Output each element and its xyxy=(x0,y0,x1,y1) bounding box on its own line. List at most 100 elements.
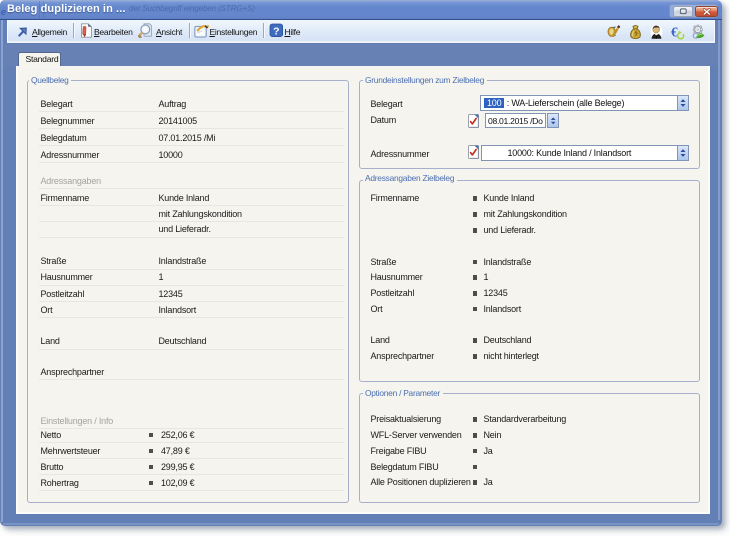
equals-bullet-icon xyxy=(473,275,477,280)
row-value: Standardverarbeitung xyxy=(484,413,567,426)
row-value: und Lieferadr. xyxy=(484,224,536,237)
row-value: Inlandsort xyxy=(159,304,197,317)
arrow-up-right-icon xyxy=(16,23,31,38)
section-header: Adressangaben xyxy=(41,175,101,188)
svg-text:?: ? xyxy=(274,25,280,37)
window-buttons-group xyxy=(669,4,718,18)
datum-label: Datum xyxy=(371,114,397,127)
equals-bullet-icon xyxy=(473,449,477,454)
equals-bullet-icon xyxy=(473,417,477,422)
row-separator xyxy=(39,379,344,380)
close-icon xyxy=(696,7,718,17)
money-bag-icon[interactable] xyxy=(628,24,643,39)
row-label: Ort xyxy=(371,303,383,316)
row-label: Ansprechpartner xyxy=(371,350,435,363)
row-value: 102,09 € xyxy=(161,477,194,490)
row-value: Ja xyxy=(484,445,493,458)
row-value: nicht hinterlegt xyxy=(484,350,539,363)
row-value: Deutschland xyxy=(484,334,532,347)
screen: e Beleg duplizieren in ... der Suchbegri… xyxy=(0,0,730,536)
row-label: Mehrwertsteuer xyxy=(41,445,101,458)
row-separator xyxy=(39,458,344,459)
help-icon: ? xyxy=(269,23,284,38)
toolbar-separator xyxy=(189,23,190,39)
belegart-selected-text: 100 xyxy=(484,98,504,108)
toolbar: Allgemein Bearbeiten Ansicht Einstellungen?… xyxy=(7,20,716,42)
row-value: Kunde Inland xyxy=(159,192,210,205)
belegart-combobox[interactable]: 100 : WA-Lieferschein (alle Belege) xyxy=(480,95,689,111)
equals-bullet-icon xyxy=(149,465,153,470)
row-separator xyxy=(39,285,344,286)
panel-optionen-legend: Optionen / Parameter xyxy=(363,387,443,399)
spinner-arrows-icon xyxy=(678,146,688,160)
row-label: Straße xyxy=(371,256,397,269)
row-label: Alle Positionen duplizieren xyxy=(371,476,471,489)
row-label: Straße xyxy=(41,255,67,268)
equals-bullet-icon xyxy=(149,433,153,438)
row-value: 07.01.2015 /Mi xyxy=(159,132,216,145)
row-value: 20141005 xyxy=(159,115,197,128)
row-label: Rohertrag xyxy=(41,477,79,490)
row-value: 47,89 € xyxy=(161,445,190,458)
row-separator xyxy=(39,128,344,129)
row-label: Belegart xyxy=(41,98,73,111)
gear-run-icon[interactable] xyxy=(691,24,706,39)
row-label: Land xyxy=(41,335,60,348)
row-separator xyxy=(39,188,344,189)
row-value: 299,95 € xyxy=(161,461,194,474)
frame-bottom-highlight xyxy=(3,523,719,525)
adressnummer-value: 10000: Kunde Inland / Inlandsort xyxy=(508,147,632,160)
person-icon[interactable] xyxy=(649,24,664,39)
toolbar-item-bearbeiten[interactable]: Bearbeiten xyxy=(94,27,133,37)
tab-standard[interactable]: Standard xyxy=(18,52,61,66)
restore-icon xyxy=(674,7,693,16)
row-label: Postleitzahl xyxy=(371,287,415,300)
panel-grundeinstellungen-legend: Grundeinstellungen zum Zielbeleg xyxy=(363,74,487,86)
toolbar-item-ansicht[interactable]: Ansicht xyxy=(156,27,182,37)
datum-checkbox[interactable] xyxy=(468,114,479,128)
price-edit-icon[interactable] xyxy=(606,24,621,39)
spinner-arrows-icon xyxy=(548,114,559,128)
toolbar-item-allgemein[interactable]: Allgemein xyxy=(32,27,67,37)
row-separator xyxy=(39,317,344,318)
row-value: und Lieferadr. xyxy=(159,223,211,236)
equals-bullet-icon xyxy=(149,481,153,486)
equals-bullet-icon xyxy=(473,480,477,485)
row-label: Ansprechpartner xyxy=(41,366,105,379)
adressnummer-spinner[interactable] xyxy=(677,146,688,160)
restore-button[interactable] xyxy=(673,6,694,17)
toolbar-item-einstellungen[interactable]: Einstellungen xyxy=(209,27,257,37)
title-bar[interactable]: e Beleg duplizieren in ... der Suchbegri… xyxy=(0,0,722,19)
datum-field[interactable]: 08.01.2015 /Do xyxy=(485,113,546,129)
equals-bullet-icon xyxy=(149,449,153,454)
row-separator xyxy=(39,111,344,112)
row-label: Postleitzahl xyxy=(41,288,85,301)
document-pen-icon xyxy=(79,23,94,38)
adressnummer-checkbox[interactable] xyxy=(468,145,479,159)
close-button[interactable] xyxy=(695,6,719,18)
adressnummer-label: Adressnummer xyxy=(371,148,430,161)
section-header: Einstellungen / Info xyxy=(41,415,114,428)
belegart-spinner[interactable] xyxy=(677,96,688,110)
row-value: Kunde Inland xyxy=(484,192,535,205)
row-value: 10000 xyxy=(159,149,183,162)
row-separator xyxy=(39,221,344,222)
euro-refresh-icon[interactable]: € xyxy=(670,24,685,39)
equals-bullet-icon xyxy=(473,196,477,201)
equals-bullet-icon xyxy=(473,338,477,343)
row-label: Land xyxy=(371,334,390,347)
belegart-rest-text: : WA-Lieferschein (alle Belege) xyxy=(504,98,624,108)
row-separator xyxy=(39,490,344,491)
row-label: Freigabe FIBU xyxy=(371,445,427,458)
row-separator xyxy=(39,145,344,146)
row-label: Belegdatum xyxy=(41,132,87,145)
row-separator xyxy=(39,474,344,475)
equals-bullet-icon xyxy=(473,228,477,233)
datum-spinner[interactable] xyxy=(547,113,560,129)
background-window-artifact: e xyxy=(1,7,6,17)
toolbar-item-hilfe[interactable]: Hilfe xyxy=(284,27,300,37)
adressnummer-combobox[interactable]: 10000: Kunde Inland / Inlandsort xyxy=(481,145,690,161)
row-value: 12345 xyxy=(484,287,508,300)
row-value: Ja xyxy=(484,476,493,489)
equals-bullet-icon xyxy=(473,354,477,359)
